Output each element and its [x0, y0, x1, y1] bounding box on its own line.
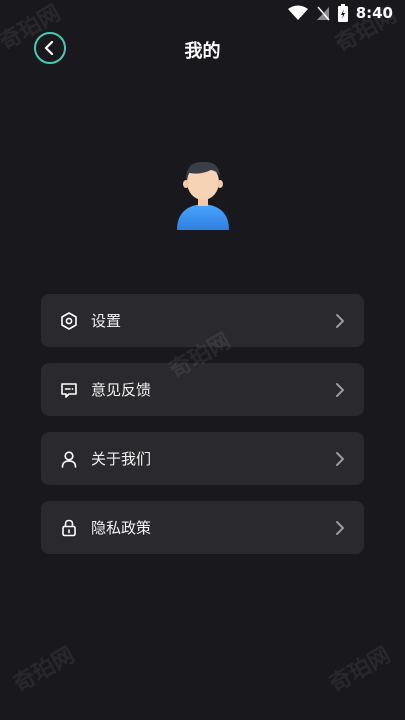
menu-item-about-us[interactable]: 关于我们	[41, 432, 364, 485]
menu-item-settings[interactable]: 设置	[41, 294, 364, 347]
status-time: 8:40	[355, 4, 393, 22]
header: 我的	[0, 28, 405, 72]
avatar[interactable]	[171, 158, 235, 234]
chevron-right-icon	[336, 382, 344, 397]
chevron-right-icon	[336, 520, 344, 535]
menu-item-privacy-policy[interactable]: 隐私政策	[41, 501, 364, 554]
settings-hexagon-icon	[59, 311, 79, 331]
status-bar: 8:40	[0, 0, 405, 28]
status-icons: 8:40	[287, 4, 393, 22]
watermark: 奇珀网	[9, 642, 80, 698]
menu-list: 设置 意见反馈 关于我们 隐私政策	[41, 294, 364, 570]
menu-item-feedback[interactable]: 意见反馈	[41, 363, 364, 416]
menu-item-label: 隐私政策	[91, 519, 152, 537]
chevron-right-icon	[336, 451, 344, 466]
no-signal-icon	[316, 6, 330, 21]
watermark: 奇珀网	[325, 642, 396, 698]
user-icon	[59, 449, 79, 469]
page-title: 我的	[184, 41, 221, 62]
feedback-icon	[59, 380, 79, 400]
menu-item-label: 关于我们	[91, 450, 152, 468]
menu-item-label: 设置	[91, 312, 122, 330]
menu-item-label: 意见反馈	[91, 381, 152, 399]
chevron-right-icon	[336, 313, 344, 328]
wifi-icon	[287, 5, 308, 20]
lock-icon	[59, 518, 79, 538]
battery-icon	[337, 4, 348, 22]
